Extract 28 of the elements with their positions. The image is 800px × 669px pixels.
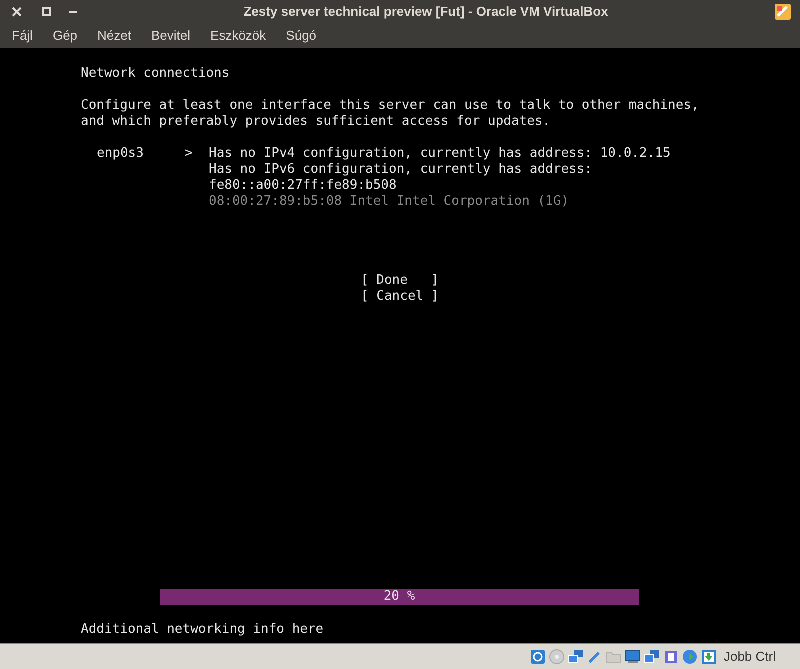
menu-button[interactable]: [ Done ] [361,273,439,289]
menu-item[interactable]: Bevitel [152,26,191,46]
interface-detail: Has no IPv6 configuration, currently has address: [209,162,594,178]
menu-item[interactable]: Súgó [286,26,317,46]
interface-detail: fe80::a00:27ff:fe89:b508 [209,178,398,194]
interface-detail: Has no IPv4 configuration, currently has address: 10.0.2.15 [209,146,671,162]
monitor-icon[interactable] [624,648,641,664]
heading: Network connections [81,66,231,82]
windows-icon[interactable] [644,648,660,664]
progress-text: 20 % [384,589,416,605]
footer-text: Additional networking info here [81,622,325,638]
menu-item[interactable]: Nézet [98,26,132,46]
menu-item[interactable]: Eszközök [210,26,266,46]
menu-item[interactable]: Gép [52,26,78,46]
interface-detail: 08:00:27:89:b5:08 Intel Intel Corporation (1G) [209,194,570,210]
host-key-label: Jobb Ctrl [724,648,776,666]
interface-name[interactable]: enp0s3 [97,146,185,210]
download-icon[interactable] [700,648,717,664]
close-icon[interactable] [12,7,22,17]
menu-item[interactable]: Fájl [12,26,33,46]
chip-icon[interactable] [662,648,679,664]
maximize-icon[interactable] [42,7,52,17]
description: Configure at least one interface this server can use to talk to other machines, and which preferably provides sufficient access for updates. [81,98,700,130]
arrow-marker: > [185,146,194,163]
app-icon [774,3,792,21]
menu-button[interactable]: [ Cancel ] [361,289,439,305]
window-title: Zesty server technical preview [Fut] - Oracle VM VirtualBox [242,3,610,22]
network-icon[interactable] [568,648,584,664]
